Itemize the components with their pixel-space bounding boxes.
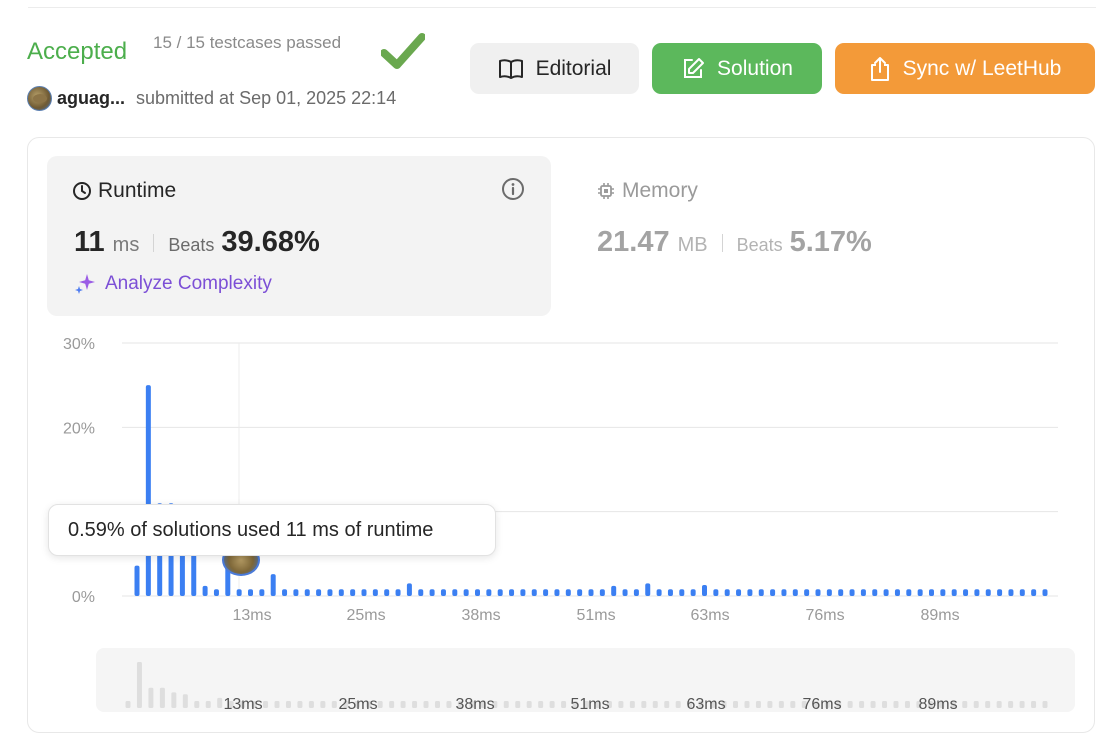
mini-x-tick-label: 89ms — [918, 696, 957, 713]
mini-bar — [629, 701, 635, 708]
mini-bar — [136, 662, 142, 708]
mini-bar — [412, 701, 418, 708]
mini-bar — [882, 701, 888, 708]
mini-bar — [778, 701, 784, 708]
mini-bar — [847, 701, 853, 708]
mini-x-tick-label: 51ms — [570, 696, 609, 713]
mini-x-tick-label: 13ms — [223, 696, 262, 713]
mini-x-tick-label: 76ms — [802, 696, 841, 713]
mini-bar — [148, 687, 154, 708]
mini-bar — [973, 701, 979, 708]
mini-bar — [1008, 701, 1014, 708]
mini-bar — [526, 701, 532, 708]
mini-bar — [755, 701, 761, 708]
mini-bar — [985, 701, 991, 708]
mini-bar — [618, 701, 624, 708]
mini-bar — [549, 701, 555, 708]
mini-bar — [217, 697, 223, 708]
mini-bar — [446, 701, 452, 708]
mini-bar — [182, 694, 188, 708]
mini-bar — [538, 701, 544, 708]
mini-bar — [515, 701, 521, 708]
mini-bar — [652, 701, 658, 708]
mini-bar — [904, 701, 910, 708]
mini-bar — [733, 701, 739, 708]
mini-bar — [331, 701, 337, 708]
mini-bar — [159, 687, 165, 708]
mini-bar — [641, 701, 647, 708]
mini-bar — [171, 692, 177, 708]
mini-bar — [893, 701, 899, 708]
mini-x-tick-label: 63ms — [686, 696, 725, 713]
mini-bar — [297, 701, 303, 708]
mini-bar — [274, 701, 280, 708]
mini-bar — [389, 701, 395, 708]
mini-bar — [320, 701, 326, 708]
mini-bar — [125, 701, 131, 708]
mini-bar — [664, 701, 670, 708]
mini-bar — [434, 701, 440, 708]
mini-bar — [744, 701, 750, 708]
mini-bar — [561, 701, 567, 708]
mini-bar — [308, 701, 314, 708]
mini-bar — [194, 701, 200, 708]
mini-bar — [870, 701, 876, 708]
chart-tooltip: 0.59% of solutions used 11 ms of runtime — [48, 504, 496, 556]
mini-bar — [859, 701, 865, 708]
mini-bar — [263, 701, 269, 708]
mini-bar — [790, 701, 796, 708]
mini-x-tick-label: 25ms — [338, 696, 377, 713]
mini-bar — [962, 701, 968, 708]
mini-bar — [423, 701, 429, 708]
mini-bar — [205, 701, 211, 708]
mini-bar — [996, 701, 1002, 708]
mini-bar — [675, 701, 681, 708]
mini-bar — [1042, 701, 1048, 708]
mini-bar — [767, 701, 773, 708]
mini-bar — [400, 701, 406, 708]
mini-bar — [1031, 701, 1037, 708]
mini-x-tick-label: 38ms — [455, 696, 494, 713]
mini-bar — [1019, 701, 1025, 708]
mini-bar — [503, 701, 509, 708]
mini-bar — [377, 701, 383, 708]
range-navigator-chart[interactable]: 13ms 25ms 38ms 51ms 63ms 76ms 89ms — [0, 0, 1118, 750]
mini-bar — [285, 701, 291, 708]
